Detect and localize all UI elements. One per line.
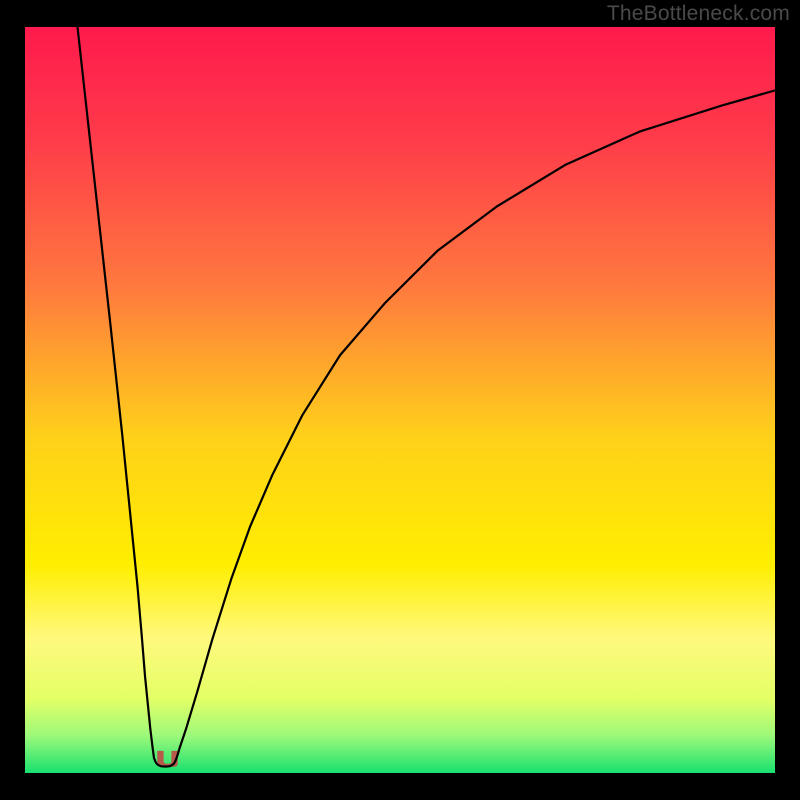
plot-background <box>25 27 775 773</box>
bottleneck-plot <box>25 27 775 773</box>
chart-frame: TheBottleneck.com <box>0 0 800 800</box>
watermark-label: TheBottleneck.com <box>607 2 790 26</box>
